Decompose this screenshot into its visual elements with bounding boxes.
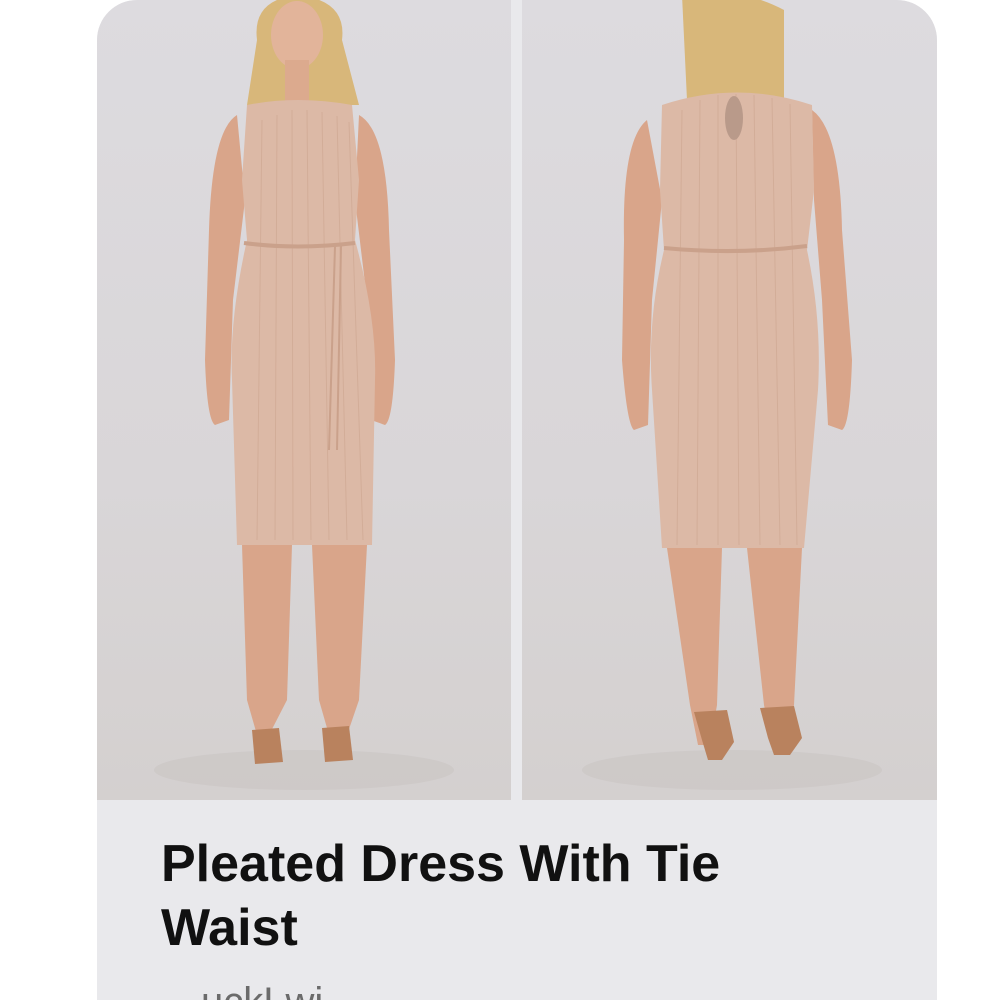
- model-back-illustration: [582, 0, 882, 790]
- brand-name[interactable]: …uckLwi…: [161, 980, 363, 1000]
- product-image-back[interactable]: [522, 0, 937, 800]
- product-image-front[interactable]: [97, 0, 511, 800]
- product-card[interactable]: Pleated Dress With Tie Waist …uckLwi…: [97, 0, 937, 1000]
- model-front-illustration: [154, 0, 454, 790]
- product-title[interactable]: Pleated Dress With Tie Waist: [161, 832, 861, 960]
- product-info[interactable]: Pleated Dress With Tie Waist …uckLwi…: [97, 800, 937, 1000]
- image-gallery[interactable]: [97, 0, 937, 800]
